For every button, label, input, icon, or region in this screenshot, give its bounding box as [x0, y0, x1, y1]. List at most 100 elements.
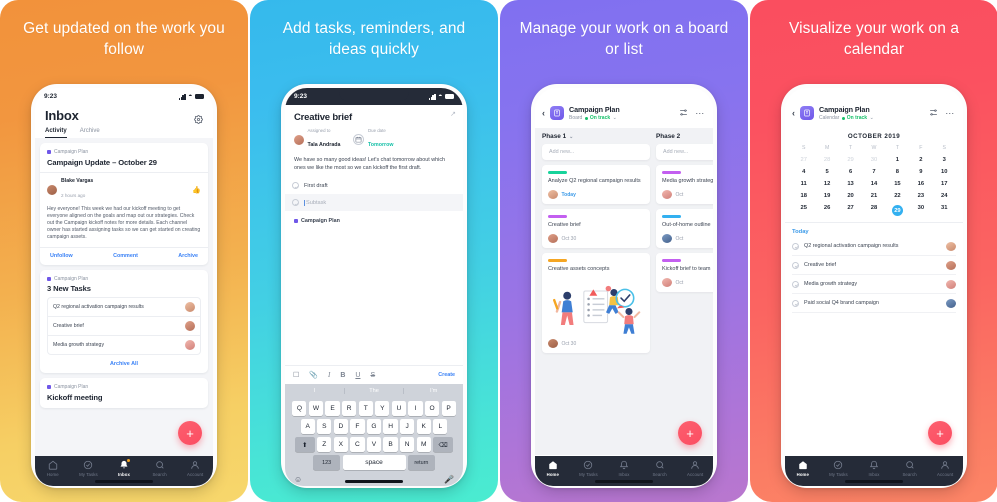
- space-key[interactable]: space: [342, 455, 406, 470]
- board-card[interactable]: Creative assets concepts Oct 30: [542, 253, 650, 353]
- calendar-day[interactable]: 29: [839, 157, 862, 163]
- add-button[interactable]: +: [678, 421, 702, 445]
- key-c[interactable]: C: [350, 437, 365, 452]
- column-header[interactable]: Phase 2: [656, 133, 713, 140]
- key-r[interactable]: R: [342, 401, 357, 416]
- back-icon[interactable]: ‹: [542, 108, 545, 118]
- key-t[interactable]: T: [358, 401, 373, 416]
- tab-account[interactable]: Account: [679, 460, 711, 477]
- calendar-day[interactable]: 14: [862, 181, 885, 187]
- calendar-day[interactable]: 28: [815, 157, 838, 163]
- inbox-card-update[interactable]: Campaign Plan Campaign Update – October …: [40, 143, 208, 265]
- board-card[interactable]: Creative brief Oct 30: [542, 209, 650, 248]
- list-item[interactable]: Media growth strategy: [48, 336, 200, 354]
- calendar-day[interactable]: 24: [933, 193, 956, 199]
- gear-icon[interactable]: [194, 111, 203, 124]
- calendar-day[interactable]: 10: [933, 169, 956, 175]
- at-icon[interactable]: ☐: [293, 371, 299, 379]
- return-key[interactable]: return: [407, 455, 435, 470]
- bold-icon[interactable]: B: [340, 372, 345, 379]
- calendar-day[interactable]: 11: [792, 181, 815, 187]
- calendar-day[interactable]: 13: [839, 181, 862, 187]
- tab-inbox[interactable]: Inbox: [108, 459, 140, 477]
- list-item[interactable]: Creative brief: [48, 317, 200, 337]
- key-b[interactable]: B: [383, 437, 398, 452]
- more-options-icon[interactable]: ⋯: [945, 108, 955, 117]
- add-button[interactable]: +: [178, 421, 202, 445]
- key-y[interactable]: Y: [375, 401, 390, 416]
- list-item[interactable]: Creative brief: [792, 256, 956, 275]
- checkbox-icon[interactable]: [792, 242, 799, 250]
- inbox-list[interactable]: Campaign Plan Campaign Update – October …: [35, 138, 213, 459]
- checkbox-icon[interactable]: [792, 299, 799, 307]
- key-i[interactable]: I: [408, 401, 423, 416]
- key-g[interactable]: G: [366, 419, 382, 434]
- calendar-day[interactable]: 19: [815, 193, 838, 199]
- like-icon[interactable]: 👍: [192, 186, 201, 194]
- list-item[interactable]: Paid social Q4 brand campaign: [792, 294, 956, 313]
- board-columns[interactable]: Phase 1 ⌄ Add new... Analyze Q2 regional…: [535, 128, 713, 455]
- calendar-view[interactable]: OCTOBER 2019 S M T W T F S 27 28 29 30 1 2 3 4 5 6 7 8 9 10 1…: [785, 128, 963, 313]
- more-options-icon[interactable]: ⋯: [695, 108, 705, 117]
- status-badge[interactable]: On track: [585, 115, 610, 121]
- calendar-day[interactable]: 20: [839, 193, 862, 199]
- archive-button[interactable]: Archive: [178, 253, 198, 259]
- inbox-card-tasks[interactable]: Campaign Plan 3 New Tasks Q2 regional ac…: [40, 269, 208, 374]
- assignee-field[interactable]: Assigned to Tala Andrada: [294, 128, 340, 151]
- calendar-day[interactable]: 1: [886, 157, 909, 163]
- tab-home[interactable]: Home: [787, 460, 819, 477]
- list-item[interactable]: Q2 regional activation campaign results: [48, 298, 200, 318]
- checkbox-icon[interactable]: [792, 261, 799, 269]
- calendar-day[interactable]: 2: [909, 157, 932, 163]
- due-date-field[interactable]: Due date Tomorrow: [353, 128, 393, 151]
- tab-search[interactable]: Search: [644, 460, 676, 477]
- key-l[interactable]: L: [433, 419, 448, 434]
- calendar-day[interactable]: 21: [862, 193, 885, 199]
- key-d[interactable]: D: [333, 419, 348, 434]
- calendar-day[interactable]: 31: [933, 205, 956, 216]
- key-s[interactable]: S: [317, 419, 332, 434]
- chevron-down-icon[interactable]: ⌄: [569, 134, 573, 140]
- attachment-icon[interactable]: 📎: [309, 371, 318, 379]
- italic-icon[interactable]: I: [328, 371, 330, 379]
- tab-account[interactable]: Account: [179, 460, 211, 477]
- checkbox-icon[interactable]: [292, 182, 299, 190]
- calendar-day[interactable]: 30: [909, 205, 932, 216]
- calendar-day[interactable]: 23: [909, 193, 932, 199]
- calendar-day[interactable]: 22: [886, 193, 909, 199]
- list-item[interactable]: Media growth strategy: [792, 275, 956, 294]
- key-k[interactable]: K: [416, 419, 431, 434]
- prediction-1[interactable]: I: [285, 388, 344, 394]
- back-icon[interactable]: ‹: [792, 108, 795, 118]
- board-card[interactable]: Out-of-home outline Oct: [656, 209, 713, 248]
- calendar-day[interactable]: 7: [862, 169, 885, 175]
- expand-icon[interactable]: ↗: [450, 110, 456, 118]
- key-f[interactable]: F: [350, 419, 365, 434]
- board-card[interactable]: Media growth strategy Oct: [656, 165, 713, 204]
- filter-icon[interactable]: [679, 104, 688, 122]
- create-button[interactable]: Create: [438, 372, 455, 378]
- status-badge[interactable]: On track: [842, 115, 867, 121]
- prediction-3[interactable]: I'm: [403, 388, 463, 394]
- calendar-day[interactable]: 29: [886, 205, 909, 216]
- tab-home[interactable]: Home: [537, 460, 569, 477]
- subtask-row-new[interactable]: Subtask: [285, 194, 463, 212]
- calendar-day[interactable]: 30: [862, 157, 885, 163]
- comment-button[interactable]: Comment: [113, 253, 138, 259]
- key-j[interactable]: J: [400, 419, 415, 434]
- chevron-down-icon[interactable]: ⌄: [870, 115, 874, 121]
- key-x[interactable]: X: [333, 437, 348, 452]
- key-z[interactable]: Z: [317, 437, 332, 452]
- numeric-key[interactable]: 123: [313, 455, 341, 470]
- underline-icon[interactable]: U: [355, 372, 360, 379]
- calendar-day[interactable]: 27: [792, 157, 815, 163]
- tab-account[interactable]: Account: [929, 460, 961, 477]
- calendar-day[interactable]: 26: [815, 205, 838, 216]
- add-new-card[interactable]: Add new...: [656, 144, 713, 160]
- archive-all-button[interactable]: Archive All: [47, 361, 201, 367]
- tab-activity[interactable]: Activity: [45, 128, 67, 138]
- calendar-day[interactable]: 16: [909, 181, 932, 187]
- list-item[interactable]: Q2 regional activation campaign results: [792, 237, 956, 256]
- emoji-icon[interactable]: ☺: [294, 475, 302, 484]
- tab-my-tasks[interactable]: My Tasks: [822, 460, 854, 477]
